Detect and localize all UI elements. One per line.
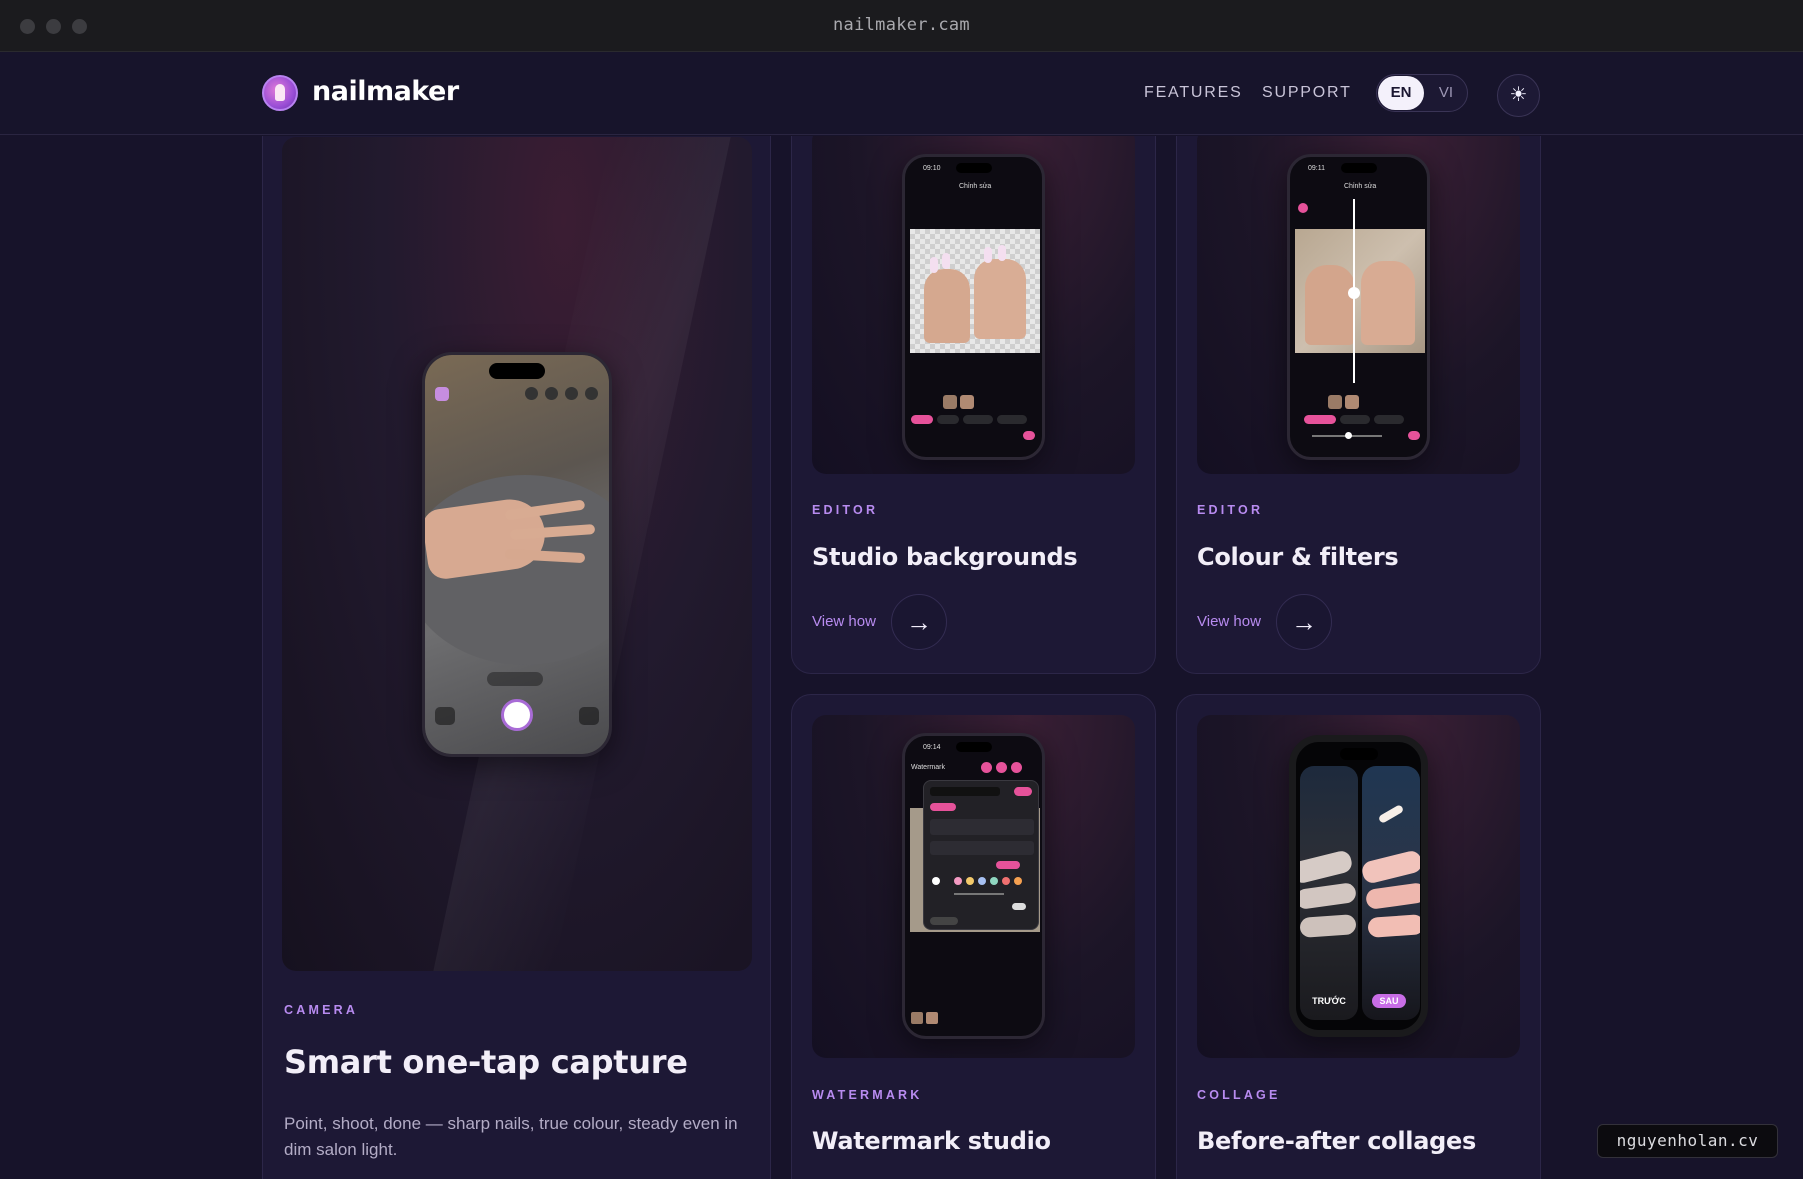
feature-card-collage[interactable]: TRƯỚC SAU COLLAGE Before-after collages xyxy=(1176,694,1541,1179)
filters-media: 09:11 Chỉnh sửa xyxy=(1197,136,1520,474)
watermark-panel xyxy=(923,780,1039,930)
camera-phone-mockup xyxy=(422,352,612,757)
feature-card-camera: CAMERA Smart one-tap capture Point, shoo… xyxy=(262,136,771,1179)
features-grid: CAMERA Smart one-tap capture Point, shoo… xyxy=(0,136,1803,1179)
collage-media: TRƯỚC SAU xyxy=(1197,715,1520,1058)
zoom-selector xyxy=(487,672,543,686)
view-how-studio-arrow-button[interactable]: → xyxy=(891,594,947,650)
nailmaker-logo-icon[interactable] xyxy=(262,75,298,111)
card-desc-camera: Point, shoot, done — sharp nails, true c… xyxy=(284,1114,738,1159)
window-titlebar: nailmaker.cam xyxy=(0,0,1803,52)
site-header: nailmaker FEATURES SUPPORT EN VI ☀ xyxy=(0,52,1803,135)
feature-card-watermark[interactable]: 09:14 Watermark WATERMARK Watermark stud… xyxy=(791,694,1156,1179)
address-url[interactable]: nailmaker.cam xyxy=(0,15,1803,35)
card-title-filters: Colour & filters xyxy=(1197,543,1399,571)
collage-before-label: TRƯỚC xyxy=(1312,996,1346,1006)
watermark-phone-mockup: 09:14 Watermark xyxy=(902,733,1045,1039)
view-how-filters-arrow-button[interactable]: → xyxy=(1276,594,1332,650)
card-tag-watermark: WATERMARK xyxy=(812,1088,923,1102)
arrow-right-icon: → xyxy=(1291,607,1317,637)
card-title-collage: Before-after collages xyxy=(1197,1127,1476,1155)
collage-before-panel: TRƯỚC xyxy=(1300,766,1358,1020)
brand-name[interactable]: nailmaker xyxy=(312,76,459,107)
settings-icon xyxy=(579,707,599,725)
nav-support-link[interactable]: SUPPORT xyxy=(1262,84,1352,102)
card-tag-filters: EDITOR xyxy=(1197,503,1264,517)
feature-card-colour-filters[interactable]: 09:11 Chỉnh sửa EDITOR Colour & filters … xyxy=(1176,136,1541,674)
exposure-icon xyxy=(545,387,558,400)
collage-phone-mockup: TRƯỚC SAU xyxy=(1289,735,1428,1037)
view-how-filters-link[interactable]: View how xyxy=(1197,613,1261,630)
flash-icon xyxy=(525,387,538,400)
card-title-watermark: Watermark studio xyxy=(812,1127,1051,1155)
feature-card-studio-backgrounds[interactable]: 09:10 Chỉnh sửa EDITOR Studio background… xyxy=(791,136,1156,674)
shutter-icon xyxy=(501,699,533,731)
card-title-studio: Studio backgrounds xyxy=(812,543,1078,571)
collage-after-panel: SAU xyxy=(1362,766,1420,1020)
gallery-icon xyxy=(435,707,455,725)
nav-features-link[interactable]: FEATURES xyxy=(1144,84,1243,102)
collage-after-label: SAU xyxy=(1372,994,1406,1008)
photo-preview xyxy=(1295,199,1425,383)
card-title-camera: Smart one-tap capture xyxy=(284,1043,688,1081)
language-switcher: EN VI xyxy=(1376,74,1468,112)
transparent-canvas xyxy=(910,229,1040,353)
card-tag-studio: EDITOR xyxy=(812,503,879,517)
camera-media xyxy=(282,137,752,971)
arrow-right-icon: → xyxy=(906,607,932,637)
card-tag-camera: CAMERA xyxy=(284,1003,359,1017)
lang-en-button[interactable]: EN xyxy=(1378,76,1424,110)
credit-badge: nguyenholan.cv xyxy=(1597,1124,1778,1158)
lang-vi-button[interactable]: VI xyxy=(1425,76,1467,110)
theme-toggle-button[interactable]: ☀ xyxy=(1497,74,1540,117)
timer-icon xyxy=(585,387,598,400)
view-how-studio-link[interactable]: View how xyxy=(812,613,876,630)
editor-phone-mockup: 09:10 Chỉnh sửa xyxy=(902,154,1045,460)
filters-phone-mockup: 09:11 Chỉnh sửa xyxy=(1287,154,1430,460)
card-tag-collage: COLLAGE xyxy=(1197,1088,1281,1102)
filter-icon xyxy=(565,387,578,400)
studio-media: 09:10 Chỉnh sửa xyxy=(812,136,1135,474)
app-badge-icon xyxy=(435,387,449,401)
watermark-media: 09:14 Watermark xyxy=(812,715,1135,1058)
sun-icon: ☀ xyxy=(1509,84,1528,106)
